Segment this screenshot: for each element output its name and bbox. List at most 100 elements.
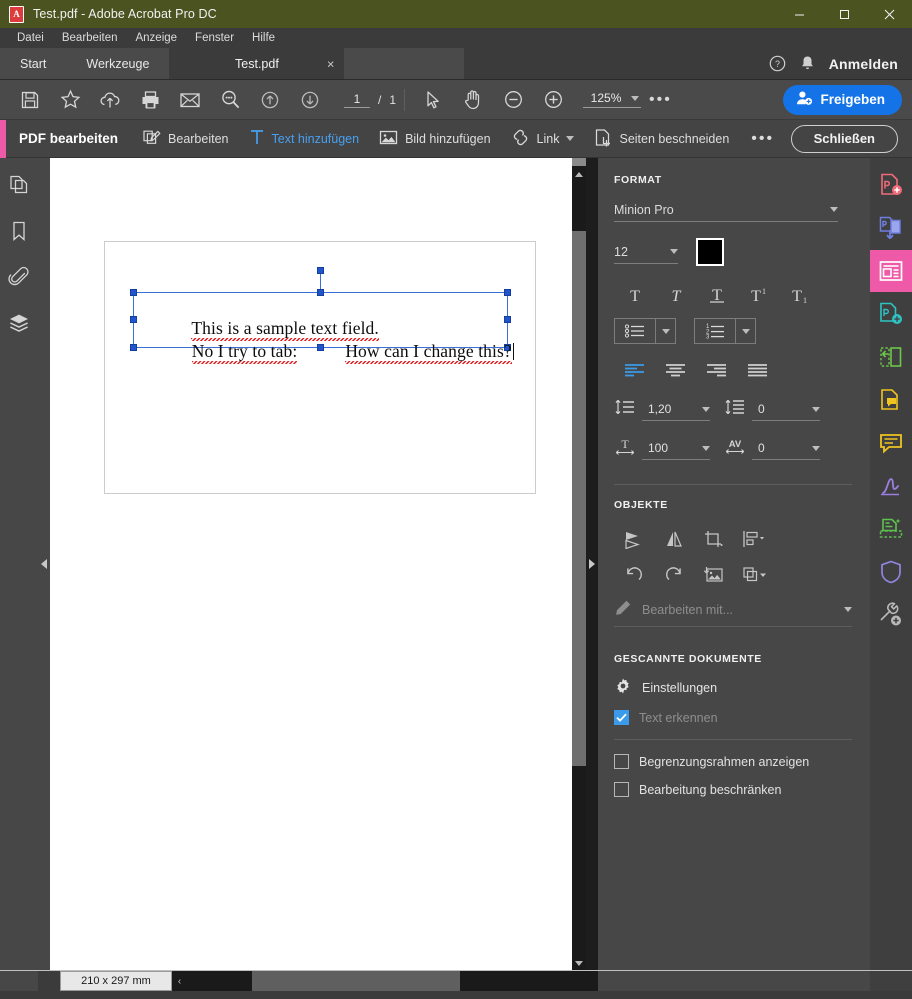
save-icon[interactable] — [10, 83, 50, 117]
recognize-text-row[interactable]: Text erkennen — [614, 710, 852, 725]
flip-horizontal-icon[interactable] — [654, 523, 694, 555]
restrict-editing-row[interactable]: Bearbeitung beschränken — [614, 782, 852, 797]
share-button[interactable]: Freigeben — [783, 84, 902, 115]
subtoolbar-more-button[interactable]: ••• — [739, 130, 786, 146]
scan-and-ocr-icon[interactable] — [870, 508, 912, 550]
help-circle-icon[interactable]: ? — [769, 55, 786, 72]
numbered-list-dropdown[interactable] — [735, 319, 755, 343]
bold-regular-text-button[interactable]: T — [614, 280, 655, 310]
fill-and-sign-icon[interactable] — [870, 465, 912, 507]
close-icon[interactable]: × — [327, 57, 335, 70]
rotate-counterclockwise-icon[interactable] — [614, 559, 654, 591]
italic-text-button[interactable]: T — [655, 280, 696, 310]
rotate-clockwise-icon[interactable] — [654, 559, 694, 591]
resize-handle-middle-left[interactable] — [130, 316, 137, 323]
star-icon[interactable] — [50, 83, 90, 117]
chevron-down-icon[interactable] — [566, 136, 575, 141]
vertical-scrollbar-thumb[interactable] — [572, 231, 586, 766]
pdf-page[interactable]: This is a sample text field. No I try to… — [104, 241, 536, 494]
resize-handle-top-center[interactable] — [316, 289, 324, 296]
horizontal-scrollbar-thumb[interactable] — [252, 971, 460, 991]
attachments-icon[interactable] — [6, 264, 32, 290]
create-pdf-icon[interactable] — [870, 164, 912, 206]
align-right-button[interactable] — [696, 356, 737, 384]
print-icon[interactable] — [130, 83, 170, 117]
scroll-down-button[interactable] — [572, 957, 586, 970]
horizontal-scale-input[interactable]: 100 — [642, 438, 710, 460]
menu-hilfe[interactable]: Hilfe — [243, 29, 284, 47]
numbered-list-select[interactable]: 123 — [694, 318, 756, 344]
bullet-list-dropdown[interactable] — [655, 319, 675, 343]
minimize-button[interactable] — [777, 0, 822, 28]
resize-handle-top-left[interactable] — [130, 289, 137, 296]
crop-pages-button[interactable]: Seiten beschneiden — [584, 123, 739, 155]
collapse-right-pane-button[interactable] — [586, 158, 598, 970]
character-spacing-input[interactable]: 0 — [752, 438, 820, 460]
underline-text-button[interactable]: T — [696, 280, 737, 310]
more-tools-icon[interactable] — [870, 594, 912, 636]
scroll-up-button[interactable] — [572, 168, 586, 181]
line-spacing-input[interactable]: 1,20 — [642, 399, 710, 421]
crop-image-icon[interactable] — [694, 523, 734, 555]
layers-icon[interactable] — [6, 310, 32, 336]
collapse-left-pane-button[interactable] — [38, 158, 50, 970]
align-center-button[interactable] — [655, 356, 696, 384]
edit-pdf-icon[interactable] — [870, 250, 912, 292]
chevron-down-icon[interactable] — [631, 95, 640, 101]
font-size-select[interactable]: 12 — [614, 240, 678, 264]
replace-image-icon[interactable] — [694, 559, 734, 591]
organize-pages-icon[interactable] — [870, 336, 912, 378]
zoom-in-icon[interactable] — [533, 83, 573, 117]
comment-icon[interactable] — [870, 422, 912, 464]
cursor-arrow-icon[interactable] — [413, 83, 453, 117]
font-color-swatch[interactable] — [696, 238, 724, 266]
email-icon[interactable] — [170, 83, 210, 117]
recognize-text-checkbox[interactable] — [614, 710, 629, 725]
close-toolbar-button[interactable]: Schließen — [790, 124, 898, 153]
bullet-list-select[interactable] — [614, 318, 676, 344]
align-justify-button[interactable] — [737, 356, 778, 384]
edit-button[interactable]: Bearbeiten — [132, 123, 238, 154]
menu-fenster[interactable]: Fenster — [186, 29, 243, 47]
menu-bearbeiten[interactable]: Bearbeiten — [53, 29, 127, 47]
tab-start[interactable]: Start — [0, 48, 66, 79]
resize-handle-bottom-left[interactable] — [130, 344, 137, 351]
add-image-button[interactable]: Bild hinzufügen — [369, 124, 500, 154]
next-page-icon[interactable] — [290, 83, 330, 117]
maximize-button[interactable] — [822, 0, 867, 28]
combine-files-icon[interactable] — [870, 293, 912, 335]
comment-document-icon[interactable] — [870, 379, 912, 421]
bell-icon[interactable] — [800, 55, 815, 72]
toolbar-more-button[interactable]: ••• — [641, 91, 680, 107]
link-button[interactable]: Link — [501, 124, 585, 154]
edit-with-select[interactable]: Bearbeiten mit... — [614, 599, 852, 627]
hand-icon[interactable] — [453, 83, 493, 117]
menu-datei[interactable]: Datei — [8, 29, 53, 47]
page-thumbnails-icon[interactable] — [6, 172, 32, 198]
align-objects-icon[interactable] — [734, 523, 774, 555]
scan-settings-button[interactable]: Einstellungen — [614, 677, 852, 698]
bookmarks-icon[interactable] — [6, 218, 32, 244]
show-bounding-boxes-row[interactable]: Begrenzungsrahmen anzeigen — [614, 754, 852, 769]
document-view[interactable]: This is a sample text field. No I try to… — [38, 158, 598, 970]
font-family-select[interactable]: Minion Pro — [614, 198, 838, 222]
tab-werkzeuge[interactable]: Werkzeuge — [66, 48, 169, 79]
previous-page-icon[interactable] — [250, 83, 290, 117]
paragraph-spacing-input[interactable]: 0 — [752, 399, 820, 421]
menu-anzeige[interactable]: Anzeige — [126, 29, 186, 47]
page-number-input[interactable]: 1 — [344, 92, 370, 108]
protect-icon[interactable] — [870, 551, 912, 593]
search-icon[interactable] — [210, 83, 250, 117]
export-pdf-icon[interactable] — [870, 207, 912, 249]
restrict-editing-checkbox[interactable] — [614, 782, 629, 797]
arrange-objects-icon[interactable] — [734, 559, 774, 591]
resize-handle-top-right[interactable] — [504, 289, 511, 296]
scroll-left-button[interactable]: ‹ — [172, 971, 187, 991]
vertical-scrollbar-top-marker[interactable] — [572, 158, 586, 166]
vertical-scrollbar[interactable] — [572, 158, 586, 970]
horizontal-scrollbar[interactable]: ‹ — [172, 971, 598, 991]
text-field-selection-box[interactable]: This is a sample text field. No I try to… — [130, 267, 514, 364]
rotate-handle[interactable] — [316, 267, 324, 274]
zoom-level-selector[interactable]: 125% — [583, 91, 642, 108]
add-text-button[interactable]: Text hinzufügen — [239, 123, 370, 154]
